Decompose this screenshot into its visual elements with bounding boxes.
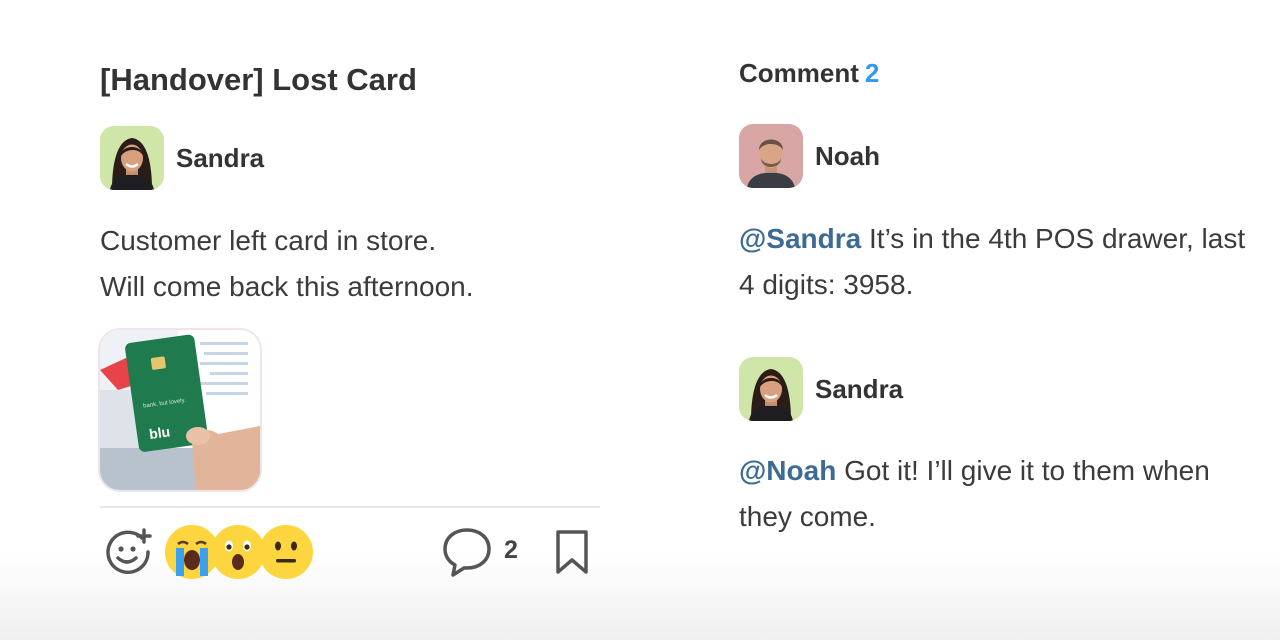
comment-count: 2: [504, 536, 518, 564]
card-brand: blu: [148, 423, 171, 442]
speech-bubble-icon[interactable]: [442, 526, 492, 578]
author-name[interactable]: Sandra: [815, 374, 903, 405]
comment-author[interactable]: Sandra: [739, 357, 903, 421]
comment-author[interactable]: Noah: [739, 124, 880, 188]
bookmark-icon[interactable]: [552, 528, 592, 576]
attachment-thumbnail[interactable]: bank, but lovely. blu: [100, 330, 260, 490]
add-reaction-button[interactable]: [102, 526, 154, 578]
mention-link[interactable]: @Noah: [739, 455, 836, 486]
neutral-face-icon: [259, 525, 313, 579]
comment-text: @Sandra It’s in the 4th POS drawer, last…: [739, 216, 1259, 308]
comments-count: 2: [864, 58, 880, 88]
post-title: [Handover] Lost Card: [100, 62, 417, 97]
comment-button[interactable]: [442, 526, 492, 578]
avatar[interactable]: [100, 126, 164, 190]
comments-label: Comment: [739, 58, 859, 88]
author-name[interactable]: Sandra: [176, 143, 264, 174]
author-name[interactable]: Noah: [815, 141, 880, 172]
avatar[interactable]: [739, 124, 803, 188]
post-author[interactable]: Sandra: [100, 126, 264, 190]
comments-header: Comment 2: [739, 58, 879, 89]
bookmark-button[interactable]: [552, 528, 592, 576]
avatar[interactable]: [739, 357, 803, 421]
comment-text: @Noah Got it! I’ll give it to them when …: [739, 448, 1259, 540]
post-body-line: Customer left card in store.: [100, 225, 437, 256]
post-card: [Handover] Lost Card Sandra Customer lef…: [100, 0, 600, 640]
reaction-neutral-face[interactable]: [258, 524, 314, 580]
post-body: Customer left card in store. Will come b…: [100, 218, 474, 310]
mention-link[interactable]: @Sandra: [739, 223, 861, 254]
divider: [100, 506, 600, 508]
add-reaction-smiley-icon[interactable]: [102, 526, 154, 578]
post-body-line: Will come back this afternoon.: [100, 271, 474, 302]
post-actions: 2: [100, 520, 600, 584]
comments-panel: Comment 2 Noah @Sandra It’s in the 4th PO…: [739, 0, 1259, 640]
